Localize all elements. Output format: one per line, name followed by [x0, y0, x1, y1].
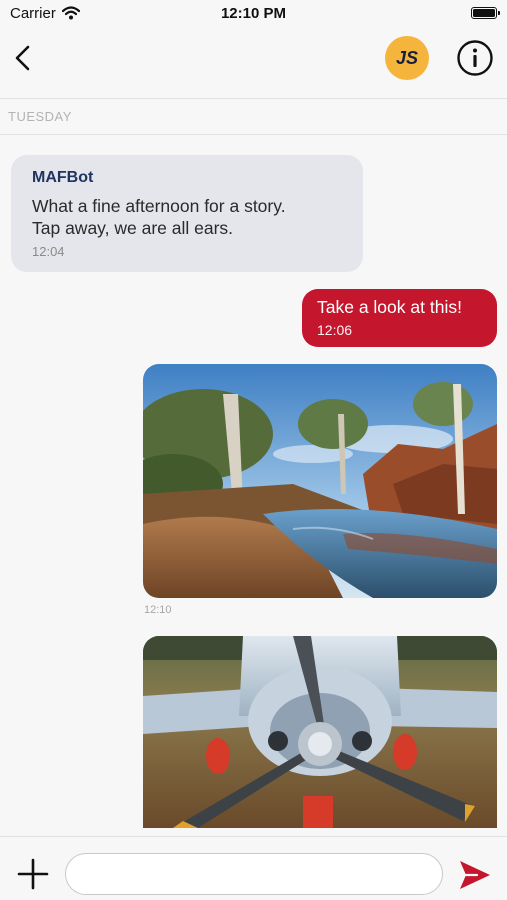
photo-message-aircraft[interactable]: [143, 636, 497, 828]
info-button[interactable]: [456, 39, 494, 77]
navigation-bar: JS: [0, 28, 507, 98]
day-separator-label: TUESDAY: [8, 109, 72, 124]
message-timestamp: 12:04: [32, 244, 65, 259]
incoming-message-bubble[interactable]: MAFBot What a fine afternoon for a story…: [11, 155, 363, 272]
message-line: What a fine afternoon for a story.: [32, 196, 286, 216]
photo-timestamp: 12:10: [144, 604, 172, 616]
day-divider: [0, 134, 507, 135]
message-line: Tap away, we are all ears.: [32, 218, 234, 238]
outgoing-message-bubble[interactable]: Take a look at this! 12:06: [302, 289, 497, 347]
info-icon: [457, 40, 493, 76]
add-attachment-button[interactable]: [16, 857, 50, 891]
status-time: 12:10 PM: [220, 5, 287, 22]
back-button[interactable]: [12, 44, 36, 72]
message-timestamp: 12:06: [317, 322, 353, 338]
message-text: What a fine afternoon for a story. Tap a…: [32, 195, 342, 239]
send-button[interactable]: [457, 857, 493, 893]
photo-message-waterhole[interactable]: [143, 364, 497, 598]
status-bar: Carrier 12:10 PM: [0, 0, 507, 28]
avatar[interactable]: JS: [385, 36, 429, 80]
header-divider: [0, 98, 507, 99]
message-input[interactable]: [65, 853, 443, 895]
battery-icon: [471, 7, 500, 19]
sender-name: MAFBot: [32, 169, 94, 186]
send-icon: [460, 861, 490, 889]
plus-icon: [17, 858, 49, 890]
chevron-left-icon: [15, 45, 30, 71]
message-composer: [0, 836, 507, 900]
message-text: Take a look at this!: [317, 297, 462, 317]
